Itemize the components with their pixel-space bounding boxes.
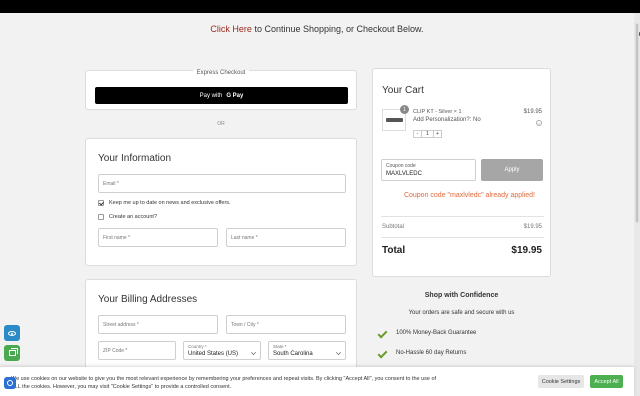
express-checkout: Express Checkout Pay with G Pay	[85, 70, 357, 110]
continue-shopping-link[interactable]: Click Here	[210, 24, 252, 34]
gpay-prefix: Pay with	[199, 92, 223, 99]
email-field[interactable]: Email *	[98, 174, 346, 193]
last-name-placeholder: Last name *	[231, 234, 258, 241]
item-name: CLIP KT - Silver × 1	[413, 109, 462, 115]
chevron-down-icon	[336, 350, 341, 355]
or-divider: OR	[217, 121, 225, 127]
stack-button[interactable]	[4, 345, 20, 361]
create-account-row[interactable]: Create an account?	[98, 214, 157, 220]
perk-item: No-Hassle 60 day Returns	[377, 348, 467, 358]
coupon-label: Coupon code	[386, 163, 416, 169]
your-information-section: Your Information Email * Keep me up to d…	[85, 138, 357, 266]
gear-icon	[7, 380, 13, 386]
create-account-label: Create an account?	[109, 214, 158, 220]
divider	[381, 237, 544, 238]
check-icon	[377, 348, 388, 358]
remove-item-icon[interactable]: ×	[536, 120, 542, 126]
divider	[381, 216, 544, 217]
confidence-subtitle: Your orders are safe and secure with us	[408, 310, 515, 316]
first-name-placeholder: First name *	[103, 234, 130, 241]
subtotal-value: $19.95	[523, 224, 542, 230]
accessibility-eye-button[interactable]	[4, 325, 20, 341]
street-placeholder: Street address *	[103, 321, 139, 328]
your-cart: Your Cart 1 CLIP KT - Silver × 1 Add Per…	[372, 68, 551, 277]
qty-plus-button[interactable]: +	[433, 130, 442, 138]
street-address-field[interactable]: Street address *	[98, 315, 218, 334]
total-label: Total	[382, 245, 406, 256]
quantity-badge: 1	[400, 105, 409, 114]
subtotal-label: Subtotal	[382, 224, 405, 230]
qty-value[interactable]: 1	[422, 130, 433, 138]
cookie-text: We use cookies on our website to give yo…	[11, 376, 437, 390]
top-bar	[0, 0, 640, 13]
layers-icon	[8, 348, 18, 356]
perk-label: No-Hassle 60 day Returns	[396, 350, 467, 356]
shop-with-confidence: Shop with Confidence Your orders are saf…	[372, 292, 551, 358]
email-placeholder: Email *	[103, 180, 119, 187]
item-price: $19.95	[523, 109, 542, 115]
coupon-field[interactable]: Coupon code MAXLVLEDC	[381, 159, 476, 181]
state-select[interactable]: State * South Carolina	[268, 341, 346, 360]
coupon-value: MAXLVLEDC	[386, 171, 422, 177]
first-name-field[interactable]: First name *	[98, 228, 218, 247]
eye-icon	[8, 330, 16, 336]
cookie-settings-icon[interactable]	[4, 377, 16, 389]
confidence-title: Shop with Confidence	[424, 292, 499, 299]
checkout-notice: Click Here to Continue Shopping, or Chec…	[0, 24, 634, 34]
apply-coupon-button[interactable]: Apply	[481, 159, 543, 181]
notice-text: to Continue Shopping, or Checkout Below.	[251, 24, 424, 34]
cookie-settings-button[interactable]: Cookie Settings	[538, 375, 584, 388]
state-label: State *	[273, 344, 287, 349]
country-label: Country *	[188, 344, 207, 349]
gpay-brand: G Pay	[226, 92, 244, 99]
newsletter-label: Keep me up to date on news and exclusive…	[109, 200, 231, 206]
perk-item: 100% Money-Back Guarantee	[377, 328, 477, 338]
create-account-checkbox[interactable]	[98, 214, 104, 220]
cart-title: Your Cart	[382, 85, 424, 96]
accept-all-button[interactable]: Accept All	[590, 375, 623, 388]
zip-code-field[interactable]: ZIP Code *	[98, 341, 176, 360]
country-select[interactable]: Country * United States (US)	[183, 341, 261, 360]
quantity-stepper: - 1 +	[413, 130, 442, 138]
check-icon	[377, 328, 388, 338]
cookie-banner: We use cookies on our website to give yo…	[0, 367, 634, 396]
newsletter-checkbox-row[interactable]: Keep me up to date on news and exclusive…	[98, 200, 231, 206]
perk-label: 100% Money-Back Guarantee	[396, 330, 477, 336]
town-city-field[interactable]: Town / City *	[226, 315, 346, 334]
item-option: Add Personalization?: No	[413, 117, 481, 123]
town-placeholder: Town / City *	[231, 321, 259, 328]
express-checkout-label: Express Checkout	[192, 70, 250, 76]
state-value: South Carolina	[273, 351, 313, 357]
country-value: United States (US)	[188, 351, 239, 357]
qty-minus-button[interactable]: -	[413, 130, 422, 138]
zip-placeholder: ZIP Code *	[103, 347, 128, 354]
scrollbar[interactable]	[634, 13, 640, 396]
newsletter-checkbox[interactable]	[98, 200, 104, 206]
coupon-applied-message: Coupon code "maxlvledc" already applied!	[403, 192, 535, 199]
section-title: Your Billing Addresses	[98, 294, 198, 305]
chevron-down-icon	[251, 350, 256, 355]
last-name-field[interactable]: Last name *	[226, 228, 346, 247]
total-value: $19.95	[511, 245, 542, 256]
google-pay-button[interactable]: Pay with G Pay	[95, 87, 348, 104]
section-title: Your Information	[98, 153, 172, 164]
scrollbar-thumb[interactable]	[635, 23, 640, 223]
